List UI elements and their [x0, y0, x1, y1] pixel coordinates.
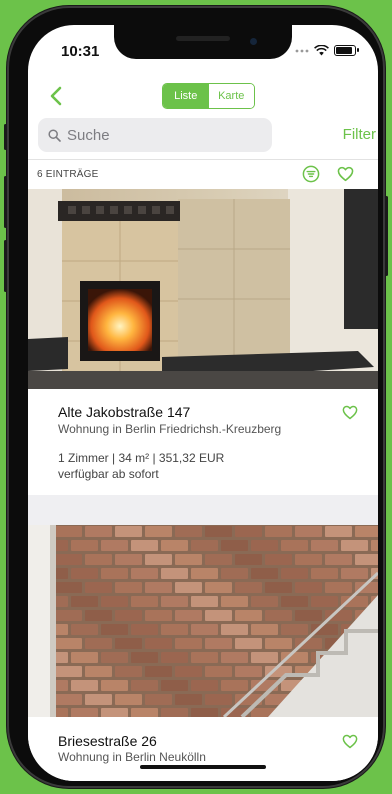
results-count: 6 EINTRÄGE — [37, 169, 99, 180]
screen: 10:31 Liste Karte Suche Filter 6 EINTRÄG… — [28, 25, 378, 781]
search-input[interactable] — [67, 126, 257, 144]
listing-photo-brick — [28, 525, 378, 717]
signal-dots-icon — [295, 49, 309, 52]
listing-subtitle: Wohnung in Berlin Neukölln — [58, 750, 206, 764]
search-row: Filter — [28, 117, 378, 155]
wifi-icon — [314, 45, 329, 56]
status-time: 10:31 — [61, 43, 100, 60]
segment-karte[interactable]: Karte — [208, 84, 254, 108]
volume-up-button — [4, 176, 7, 228]
favorite-heart-icon[interactable] — [342, 405, 358, 420]
listing-image[interactable] — [28, 189, 378, 389]
battery-icon — [334, 45, 359, 56]
header-divider — [28, 159, 378, 160]
listing-title: Briesestraße 26 — [58, 733, 157, 749]
list-separator — [28, 495, 378, 525]
listing-subtitle: Wohnung in Berlin Friedrichsh.-Kreuzberg — [58, 422, 282, 436]
favorites-heart-icon[interactable] — [337, 166, 354, 182]
volume-down-button — [4, 240, 7, 292]
status-icons — [295, 45, 359, 56]
phone-frame: 10:31 Liste Karte Suche Filter 6 EINTRÄG… — [4, 6, 388, 788]
back-button[interactable] — [44, 83, 68, 109]
listing-card[interactable]: Alte Jakobstraße 147 Wohnung in Berlin F… — [28, 389, 378, 495]
favorite-heart-icon[interactable] — [342, 734, 358, 749]
listing-title: Alte Jakobstraße 147 — [58, 404, 191, 420]
front-camera — [250, 38, 257, 45]
search-box — [38, 118, 272, 152]
chevron-left-icon — [50, 86, 62, 106]
sort-icon[interactable] — [302, 165, 320, 183]
home-indicator[interactable] — [140, 765, 266, 769]
listing-image[interactable] — [28, 525, 378, 717]
mute-switch — [4, 124, 7, 150]
battery-fill — [336, 47, 353, 54]
notch — [114, 25, 292, 59]
filter-button[interactable]: Filter — [343, 126, 376, 143]
speaker — [176, 36, 230, 41]
search-icon — [48, 128, 61, 142]
listing-photo-stove — [28, 189, 378, 389]
listing-availability: verfügbar ab sofort — [58, 467, 159, 481]
navigation-bar: Liste Karte — [28, 77, 378, 117]
results-header: 6 EINTRÄGE — [28, 161, 378, 189]
power-button — [385, 196, 388, 276]
view-segmented-control: Liste Karte — [162, 83, 255, 109]
segment-liste[interactable]: Liste — [163, 84, 209, 108]
listing-card[interactable]: Briesestraße 26 Wohnung in Berlin Neuköl… — [28, 717, 378, 781]
listing-details: 1 Zimmer | 34 m² | 351,32 EUR — [58, 451, 225, 465]
